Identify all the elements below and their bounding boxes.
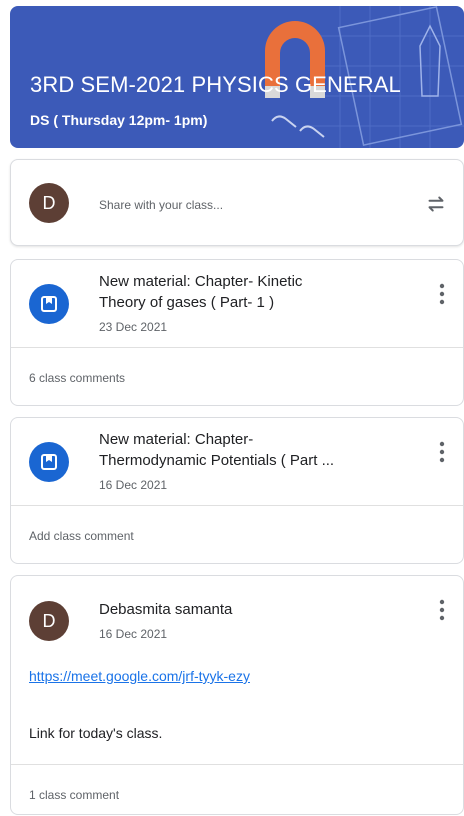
more-options-icon[interactable]: [439, 441, 445, 463]
meet-link[interactable]: https://meet.google.com/jrf-tyyk-ezy: [29, 668, 250, 684]
avatar: D: [29, 601, 69, 641]
divider: [11, 764, 463, 765]
post-author: Debasmita samanta: [99, 601, 233, 618]
repost-icon[interactable]: [423, 191, 449, 217]
post-title-line-1: New material: Chapter-: [99, 431, 254, 448]
share-input[interactable]: Share with your class...: [99, 198, 223, 212]
post-title-line-1: New material: Chapter- Kinetic: [99, 273, 303, 290]
more-options-icon[interactable]: [439, 283, 445, 305]
class-comments-link[interactable]: 1 class comment: [29, 788, 119, 802]
class-comments-link[interactable]: 6 class comments: [29, 371, 125, 385]
add-class-comment[interactable]: Add class comment: [29, 529, 134, 543]
material-icon: [29, 284, 69, 324]
post-title: New material: Chapter- Kinetic Theory of…: [99, 271, 399, 313]
post-date: 23 Dec 2021: [99, 320, 168, 334]
avatar: D: [29, 183, 69, 223]
post-title-line-2: Thermodynamic Potentials ( Part ...: [99, 452, 335, 469]
post-date: 16 Dec 2021: [99, 478, 168, 492]
class-title: 3RD SEM-2021 PHYSICS GENERAL: [30, 72, 401, 97]
more-options-icon[interactable]: [439, 599, 445, 621]
post-title: New material: Chapter- Thermodynamic Pot…: [99, 429, 399, 471]
material-post-card[interactable]: New material: Chapter- Thermodynamic Pot…: [10, 417, 464, 564]
post-title-line-2: Theory of gases ( Part- 1 ): [99, 294, 275, 311]
divider: [11, 347, 463, 348]
post-body: Link for today's class.: [29, 725, 163, 741]
announcement-post-card[interactable]: D Debasmita samanta 16 Dec 2021 https://…: [10, 575, 464, 815]
divider: [11, 505, 463, 506]
share-with-class-card[interactable]: D Share with your class...: [10, 159, 464, 246]
post-date: 16 Dec 2021: [99, 627, 168, 641]
material-post-card[interactable]: New material: Chapter- Kinetic Theory of…: [10, 259, 464, 406]
class-banner: 3RD SEM-2021 PHYSICS GENERAL DS ( Thursd…: [10, 6, 464, 148]
material-icon: [29, 442, 69, 482]
class-section: DS ( Thursday 12pm- 1pm): [30, 112, 208, 128]
